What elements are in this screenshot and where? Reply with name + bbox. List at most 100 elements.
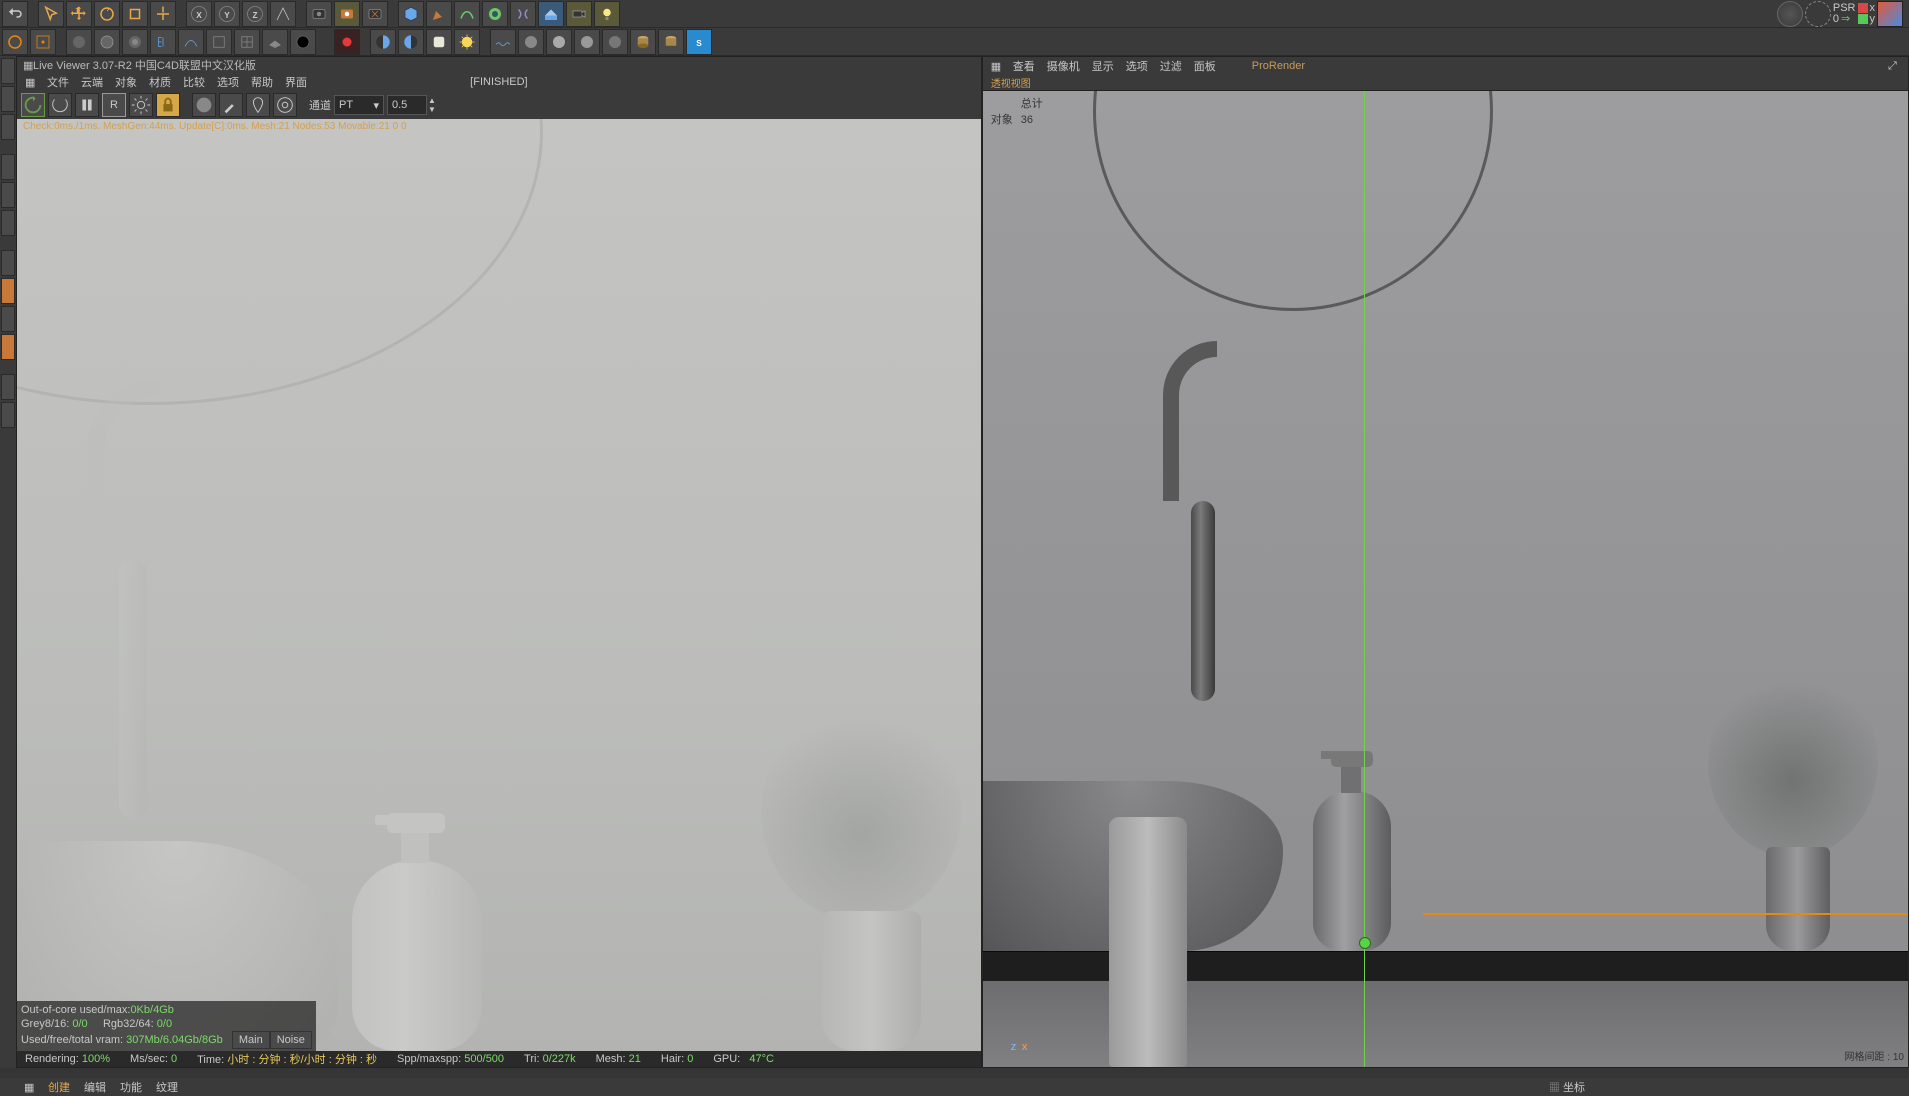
- primitive-cube-btn[interactable]: [398, 1, 424, 27]
- shade3-btn[interactable]: [602, 29, 628, 55]
- live-select-btn[interactable]: [2, 29, 28, 55]
- record-btn[interactable]: [334, 29, 360, 55]
- rotate-tool[interactable]: [94, 1, 120, 27]
- generator-btn[interactable]: [482, 1, 508, 27]
- axis-center-btn[interactable]: [30, 29, 56, 55]
- lv-target-btn[interactable]: [273, 93, 297, 117]
- perspective-viewport[interactable]: 总计 对象36 z x 网格间距 : 10: [983, 91, 1908, 1067]
- key-rot-btn[interactable]: [426, 29, 452, 55]
- pv-menu-filter[interactable]: 过滤: [1160, 58, 1182, 74]
- snap-grid1[interactable]: [234, 29, 260, 55]
- lv-tab-main[interactable]: Main: [232, 1031, 270, 1049]
- workplane-btn[interactable]: [262, 29, 288, 55]
- mode-7[interactable]: [1, 306, 15, 332]
- render-pv-btn[interactable]: [334, 1, 360, 27]
- lv-pin-btn[interactable]: [246, 93, 270, 117]
- lv-menu-compare[interactable]: 比较: [183, 74, 205, 90]
- bm-func[interactable]: 功能: [120, 1079, 142, 1095]
- cyl1-btn[interactable]: [658, 29, 684, 55]
- pv-menu-camera[interactable]: 摄像机: [1047, 58, 1080, 74]
- bm-edit[interactable]: 编辑: [84, 1079, 106, 1095]
- pv-menu-prorender[interactable]: ProRender: [1252, 60, 1305, 72]
- lv-channel-select[interactable]: PT▾: [334, 95, 384, 115]
- lv-region-btn[interactable]: R: [102, 93, 126, 117]
- skype-btn[interactable]: S: [686, 29, 712, 55]
- viewcube-icon[interactable]: [1877, 1, 1903, 27]
- light-btn[interactable]: [594, 1, 620, 27]
- bm-create[interactable]: 创建: [48, 1079, 70, 1095]
- snap-spline[interactable]: [178, 29, 204, 55]
- rotation-ring-icon[interactable]: [1805, 1, 1831, 27]
- mode-uvpoint[interactable]: [1, 250, 15, 276]
- pv-maximize-icon[interactable]: ⤢: [1888, 60, 1900, 73]
- mode-tweak[interactable]: [1, 374, 15, 400]
- shade2-btn[interactable]: [574, 29, 600, 55]
- mode-model[interactable]: [1, 58, 15, 84]
- lv-dropper-btn[interactable]: [219, 93, 243, 117]
- deformer-btn[interactable]: [510, 1, 536, 27]
- mode-poly[interactable]: [1, 210, 15, 236]
- ocean-btn[interactable]: [490, 29, 516, 55]
- mode-magnet[interactable]: [1, 402, 15, 428]
- lv-menu-opt[interactable]: 选项: [217, 74, 239, 90]
- key-param-btn[interactable]: [454, 29, 480, 55]
- cyl0-btn[interactable]: [630, 29, 656, 55]
- coord-sys-btn[interactable]: [270, 1, 296, 27]
- lv-tab-noise[interactable]: Noise: [270, 1031, 312, 1049]
- lv-menu-object[interactable]: 对象: [115, 74, 137, 90]
- key-scale-btn[interactable]: [398, 29, 424, 55]
- snap-sphere2[interactable]: [122, 29, 148, 55]
- lv-menu-help[interactable]: 帮助: [251, 74, 273, 90]
- lv-opacity-input[interactable]: 0.5: [387, 95, 427, 115]
- render-settings-btn[interactable]: [362, 1, 388, 27]
- mode-object[interactable]: [1, 86, 15, 112]
- move-tool[interactable]: [66, 1, 92, 27]
- camera-btn[interactable]: [566, 1, 592, 27]
- lv-menu-cloud[interactable]: 云端: [81, 74, 103, 90]
- mode-8[interactable]: [1, 334, 15, 360]
- pv-menu-display[interactable]: 显示: [1092, 58, 1114, 74]
- live-viewer-menu: ▦ 文件 云端 对象 材质 比较 选项 帮助 界面 [FINISHED]: [17, 73, 981, 91]
- shade1-btn[interactable]: [546, 29, 572, 55]
- mode-point[interactable]: [1, 154, 15, 180]
- lv-lock-btn[interactable]: [156, 93, 180, 117]
- pv-menu-options[interactable]: 选项: [1126, 58, 1148, 74]
- key-pos-btn[interactable]: [370, 29, 396, 55]
- lv-reload-btn[interactable]: [48, 93, 72, 117]
- snap-ball[interactable]: [290, 29, 316, 55]
- lv-pause-btn[interactable]: [75, 93, 99, 117]
- recent-tool[interactable]: [150, 1, 176, 27]
- axis-z-btn[interactable]: Z: [242, 1, 268, 27]
- scene-origin-gizmo[interactable]: [1355, 933, 1375, 953]
- lv-menu-file[interactable]: 文件: [47, 74, 69, 90]
- lv-sphere-btn[interactable]: [192, 93, 216, 117]
- pen-tool-btn[interactable]: [426, 1, 452, 27]
- snap-point[interactable]: [150, 29, 176, 55]
- lv-menu-mat[interactable]: 材质: [149, 74, 171, 90]
- bm-coord[interactable]: ▦ 坐标: [1549, 1079, 1885, 1095]
- mode-texture[interactable]: [1, 278, 15, 304]
- axis-x-btn[interactable]: X: [186, 1, 212, 27]
- select-tool[interactable]: [38, 1, 64, 27]
- axis-y-btn[interactable]: Y: [214, 1, 240, 27]
- pv-menu-panel[interactable]: 面板: [1194, 58, 1216, 74]
- scale-tool[interactable]: [122, 1, 148, 27]
- render-view-btn[interactable]: [306, 1, 332, 27]
- snap-sphere1[interactable]: [94, 29, 120, 55]
- environment-btn[interactable]: [538, 1, 564, 27]
- shade0-btn[interactable]: [518, 29, 544, 55]
- undo-btn[interactable]: [2, 1, 28, 27]
- main-toolbar-row1: X Y Z PSR 0⇒ x y: [0, 0, 1909, 28]
- snap-grid0[interactable]: [206, 29, 232, 55]
- lv-gear-btn[interactable]: [129, 93, 153, 117]
- pv-menu-view[interactable]: 查看: [1013, 58, 1035, 74]
- bm-tex[interactable]: 纹理: [156, 1079, 178, 1095]
- mode-edge[interactable]: [1, 182, 15, 208]
- snap-sphere0[interactable]: [66, 29, 92, 55]
- lv-menu-ui[interactable]: 界面: [285, 74, 307, 90]
- globe-icon[interactable]: [1777, 1, 1803, 27]
- lv-refresh-btn[interactable]: [21, 93, 45, 117]
- live-viewer-viewport[interactable]: Check:0ms./1ms. MeshGen:44ms. Update[C]:…: [17, 119, 981, 1051]
- mode-axis[interactable]: [1, 114, 15, 140]
- nurbs-btn[interactable]: [454, 1, 480, 27]
